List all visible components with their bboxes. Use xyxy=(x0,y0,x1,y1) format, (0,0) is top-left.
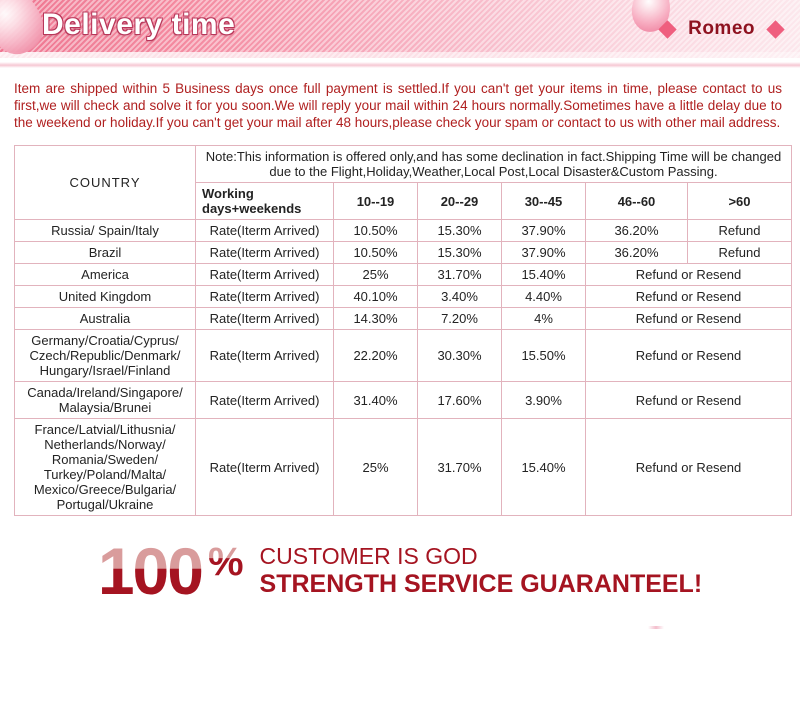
brand-name: Romeo xyxy=(688,18,755,39)
guarantee-line-2: STRENGTH SERVICE GUARANTEEL! xyxy=(259,570,703,598)
cell-rate-value-2: 7.20% xyxy=(417,307,502,330)
cell-rate-value-3: 15.40% xyxy=(501,418,586,516)
column-header-10-19: 10--19 xyxy=(333,182,418,220)
column-header-country: COUNTRY xyxy=(14,145,196,220)
cell-rate-value-merged: Refund or Resend xyxy=(585,307,792,330)
table-row: Australia Rate(Iterm Arrived) 14.30% 7.20% 4… xyxy=(14,307,792,330)
cell-rate-label: Rate(Iterm Arrived) xyxy=(195,329,334,382)
shipping-time-table-wrapper: COUNTRY Note:This information is offered… xyxy=(14,145,792,516)
table-row: United Kingdom Rate(Iterm Arrived) 40.10% 3… xyxy=(14,285,792,308)
cell-rate-value-3: 15.50% xyxy=(501,329,586,382)
table-header-note-row: COUNTRY Note:This information is offered… xyxy=(14,145,792,220)
cell-rate-value-3: 37.90% xyxy=(501,219,586,242)
cell-rate-value-2: 31.70% xyxy=(417,418,502,516)
cell-rate-value-merged: Refund or Resend xyxy=(585,418,792,516)
cell-rate-label: Rate(Iterm Arrived) xyxy=(195,241,334,264)
guarantee-text-block: CUSTOMER IS GOD STRENGTH SERVICE GUARANT… xyxy=(260,543,703,599)
hundred-percent-number: 100 xyxy=(97,534,204,608)
cell-country: Germany/Croatia/Cyprus/Czech/Republic/De… xyxy=(14,329,196,382)
guarantee-banner-content: 100 % CUSTOMER IS GOD STRENGTH SERVICE G… xyxy=(0,538,800,604)
cell-rate-value-5: Refund xyxy=(687,219,792,242)
cell-country: United Kingdom xyxy=(14,285,196,308)
cell-rate-value-3: 3.90% xyxy=(501,381,586,419)
cell-rate-label: Rate(Iterm Arrived) xyxy=(195,418,334,516)
table-row: France/Latvial/Lithusnia/Netherlands/Nor… xyxy=(14,418,792,516)
guarantee-line-1: CUSTOMER IS GOD xyxy=(259,543,478,569)
cell-country: France/Latvial/Lithusnia/Netherlands/Nor… xyxy=(14,418,196,516)
page-title: Delivery time xyxy=(42,8,236,41)
cell-rate-value-merged: Refund or Resend xyxy=(585,263,792,286)
cell-rate-value-2: 17.60% xyxy=(417,381,502,419)
table-row: Brazil Rate(Iterm Arrived) 10.50% 15.30% 37.… xyxy=(14,241,792,264)
table-note: Note:This information is offered only,an… xyxy=(195,145,792,183)
cell-rate-value-merged: Refund or Resend xyxy=(585,329,792,382)
percent-sign: % xyxy=(207,540,244,584)
cell-rate-value-3: 4.40% xyxy=(501,285,586,308)
cell-country: Brazil xyxy=(14,241,196,264)
cell-country: Russia/ Spain/Italy xyxy=(14,219,196,242)
table-row: Canada/Ireland/Singapore/Malaysia/Brunei… xyxy=(14,381,792,419)
cell-rate-value-3: 15.40% xyxy=(501,263,586,286)
banner-underline xyxy=(0,58,800,68)
diamond-icon-right xyxy=(766,19,785,39)
cell-rate-value-merged: Refund or Resend xyxy=(585,381,792,419)
diamond-icon-left xyxy=(658,19,677,39)
cell-country: Canada/Ireland/Singapore/Malaysia/Brunei xyxy=(14,381,196,419)
column-header-over-60: >60 xyxy=(687,182,792,220)
cell-country: America xyxy=(14,263,196,286)
cell-rate-value-2: 15.30% xyxy=(417,241,502,264)
cell-rate-value-3: 37.90% xyxy=(501,241,586,264)
footer-decorative-mark xyxy=(648,626,664,629)
cell-rate-label: Rate(Iterm Arrived) xyxy=(195,307,334,330)
cell-country: Australia xyxy=(14,307,196,330)
cell-rate-value-1: 25% xyxy=(333,418,418,516)
shipping-time-table: COUNTRY Note:This information is offered… xyxy=(14,145,792,516)
cell-rate-value-3: 4% xyxy=(501,307,586,330)
page-header-banner: Delivery time Romeo xyxy=(0,0,800,68)
cell-rate-value-5: Refund xyxy=(687,241,792,264)
table-row: Russia/ Spain/Italy Rate(Iterm Arrived) 10… xyxy=(14,219,792,242)
column-header-46-60: 46--60 xyxy=(585,182,688,220)
cell-rate-value-2: 30.30% xyxy=(417,329,502,382)
cell-rate-value-1: 40.10% xyxy=(333,285,418,308)
cell-rate-value-2: 31.70% xyxy=(417,263,502,286)
cell-rate-value-1: 31.40% xyxy=(333,381,418,419)
cell-rate-value-2: 15.30% xyxy=(417,219,502,242)
shipping-policy-paragraph: Item are shipped within 5 Business days … xyxy=(14,81,782,130)
cell-rate-value-1: 22.20% xyxy=(333,329,418,382)
column-header-working-days: Working days+weekends xyxy=(195,182,334,220)
brand-block: Romeo xyxy=(658,18,785,40)
cell-rate-value-1: 10.50% xyxy=(333,219,418,242)
cell-rate-label: Rate(Iterm Arrived) xyxy=(195,381,334,419)
guarantee-banner: 100 % CUSTOMER IS GOD STRENGTH SERVICE G… xyxy=(0,538,800,630)
cell-rate-value-1: 10.50% xyxy=(333,241,418,264)
table-body: Russia/ Spain/Italy Rate(Iterm Arrived) 10… xyxy=(14,219,792,516)
cell-rate-value-merged: Refund or Resend xyxy=(585,285,792,308)
column-header-30-45: 30--45 xyxy=(501,182,586,220)
cell-rate-label: Rate(Iterm Arrived) xyxy=(195,263,334,286)
cell-rate-value-1: 14.30% xyxy=(333,307,418,330)
table-row: America Rate(Iterm Arrived) 25% 31.70% 15.40… xyxy=(14,263,792,286)
column-header-20-29: 20--29 xyxy=(417,182,502,220)
cell-rate-value-4: 36.20% xyxy=(585,241,688,264)
cell-rate-value-1: 25% xyxy=(333,263,418,286)
cell-rate-label: Rate(Iterm Arrived) xyxy=(195,219,334,242)
delivery-time-page: Delivery time Romeo Item are shipped wit… xyxy=(0,0,800,702)
table-row: Germany/Croatia/Cyprus/Czech/Republic/De… xyxy=(14,329,792,382)
cell-rate-value-2: 3.40% xyxy=(417,285,502,308)
cell-rate-label: Rate(Iterm Arrived) xyxy=(195,285,334,308)
cell-rate-value-4: 36.20% xyxy=(585,219,688,242)
